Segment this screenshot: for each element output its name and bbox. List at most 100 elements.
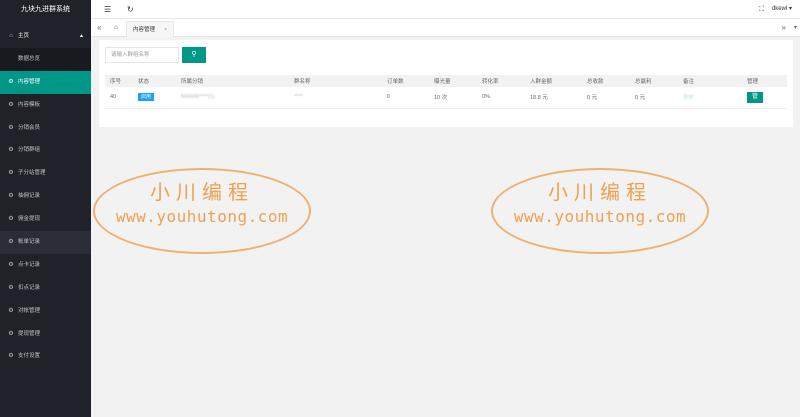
sidebar-item-label: 扣点记录 xyxy=(18,284,41,291)
tab-content-management[interactable]: 内容管理 × xyxy=(126,21,175,37)
manage-button[interactable]: 管 xyxy=(747,91,763,103)
column-header: 入群金额 xyxy=(525,75,582,87)
cell-orders: 0 xyxy=(382,87,429,109)
cell-total-received: 0 元 xyxy=(582,87,630,109)
sidebar-item-card-records[interactable]: ⚙ 点卡记录 xyxy=(0,254,91,277)
column-header: 曝光量 xyxy=(429,75,477,87)
manage-label: 管 xyxy=(751,93,758,100)
sidebar-item-content-management[interactable]: ⚙ 内容管理 xyxy=(0,70,91,94)
settings-icon: ⚙ xyxy=(8,101,14,108)
user-menu[interactable]: dkewl ▾ xyxy=(772,0,792,19)
cell-remark: ▦▦ xyxy=(678,87,742,109)
sidebar-item-label: 分销群组 xyxy=(18,147,41,154)
cell-exposure: 10 次 xyxy=(429,87,477,109)
sidebar-item-label: 主页 xyxy=(18,33,30,39)
sidebar-item-reconciliation[interactable]: ⚙ 对帐管理 xyxy=(0,300,91,323)
close-icon[interactable]: × xyxy=(164,27,167,33)
column-header: 管理 xyxy=(742,75,787,87)
sidebar-item-label: 内容模板 xyxy=(18,101,41,108)
settings-icon: ⚙ xyxy=(8,307,14,314)
sidebar-item-label: 支付设置 xyxy=(18,353,41,360)
sidebar-item-withdraw-management[interactable]: ⚙ 提现管理 xyxy=(0,323,91,346)
sidebar-item-label: 抽佣记录 xyxy=(18,193,41,200)
sidebar-item-label: 子分站管理 xyxy=(18,170,46,177)
home-icon: ⌂ xyxy=(9,33,13,39)
watermark-right: 小川编程 www.youhutong.com xyxy=(491,168,709,254)
watermark-title: 小川编程 xyxy=(548,180,652,204)
settings-icon: ⚙ xyxy=(8,284,14,291)
sidebar: 九块九进群系统 ⌂ 主页 ▲ 数据总览 ⚙ 内容管理 ⚙ 内容模板 ⚙ 分销会员… xyxy=(0,0,91,417)
scroll-left-icon[interactable]: « xyxy=(97,19,101,37)
settings-icon: ⚙ xyxy=(8,78,14,85)
column-header: 转化率 xyxy=(477,75,525,87)
watermark-url: www.youhutong.com xyxy=(115,207,289,226)
scroll-right-icon[interactable]: » xyxy=(782,19,786,37)
settings-icon: ⚙ xyxy=(8,261,14,268)
sidebar-item-distribution-groups[interactable]: ⚙ 分销群组 xyxy=(0,139,91,162)
content-card: 请输入群组名称 ⚲ 序号 状态 所属分销 群名称 订单数 曝光量 转化率 入群金… xyxy=(99,40,793,127)
data-table: 序号 状态 所属分销 群名称 订单数 曝光量 转化率 入群金额 总收款 总赢利 … xyxy=(105,75,787,109)
fullscreen-icon[interactable]: ⛶ xyxy=(759,0,764,19)
settings-icon: ⚙ xyxy=(8,124,14,131)
sidebar-item-bill-records[interactable]: ⚙ 帐单记录 xyxy=(0,231,91,254)
username: dkewl xyxy=(771,6,788,12)
watermark-url: www.youhutong.com xyxy=(513,207,687,226)
column-header: 状态 xyxy=(133,75,176,87)
sidebar-nav: ⌂ 主页 ▲ 数据总览 ⚙ 内容管理 ⚙ 内容模板 ⚙ 分销会员 ⚙ 分销群组 … xyxy=(0,25,91,368)
column-header: 总赢利 xyxy=(630,75,678,87)
menu-toggle-icon[interactable]: ☰ xyxy=(104,0,111,19)
sidebar-item-label: 分销会员 xyxy=(18,124,41,131)
column-header: 订单数 xyxy=(382,75,429,87)
app-title: 九块九进群系统 xyxy=(0,0,91,19)
settings-icon: ⚙ xyxy=(8,170,14,177)
settings-icon: ⚙ xyxy=(8,216,14,223)
sidebar-item-label: 佣金提现 xyxy=(18,216,41,223)
table-row: 40 启用 666666****(1) **** 0 10 次 0% 18.8 … xyxy=(105,87,787,109)
column-header: 总收款 xyxy=(582,75,630,87)
chevron-down-icon[interactable]: ▾ xyxy=(794,19,797,37)
cell-conversion: 0% xyxy=(477,87,525,109)
sidebar-item-sub-sites[interactable]: ⚙ 子分站管理 xyxy=(0,162,91,185)
caret-down-icon: ▾ xyxy=(788,6,792,12)
cell-id: 40 xyxy=(105,87,133,109)
sidebar-item-distribution-members[interactable]: ⚙ 分销会员 xyxy=(0,117,91,140)
cell-group-name: **** xyxy=(289,87,382,109)
refresh-icon[interactable]: ↻ xyxy=(127,0,134,19)
remark-qr-icon: ▦▦ xyxy=(683,94,694,101)
sidebar-item-label: 内容管理 xyxy=(18,78,41,85)
sidebar-item-content-template[interactable]: ⚙ 内容模板 xyxy=(0,94,91,117)
settings-icon: ⚙ xyxy=(8,147,14,154)
home-icon[interactable]: ⌂ xyxy=(114,19,118,37)
sidebar-item-data-overview[interactable]: 数据总览 xyxy=(0,47,91,71)
sidebar-item-commission-withdraw[interactable]: ⚙ 佣金提现 xyxy=(0,208,91,231)
sidebar-item-label: 数据总览 xyxy=(18,55,41,62)
column-header: 群名称 xyxy=(289,75,382,87)
table-header-row: 序号 状态 所属分销 群名称 订单数 曝光量 转化率 入群金额 总收款 总赢利 … xyxy=(105,75,787,87)
settings-icon: ⚙ xyxy=(8,239,14,246)
column-header: 序号 xyxy=(105,75,133,87)
settings-icon: ⚙ xyxy=(8,193,14,200)
search-icon: ⚲ xyxy=(191,51,197,58)
sidebar-item-label: 点卡记录 xyxy=(18,261,41,268)
cell-total-profit: 0 元 xyxy=(630,87,678,109)
settings-icon: ⚙ xyxy=(8,330,14,337)
sidebar-item-commission-records[interactable]: ⚙ 抽佣记录 xyxy=(0,185,91,208)
sidebar-item-label: 对帐管理 xyxy=(18,307,41,314)
search-button[interactable]: ⚲ xyxy=(182,47,206,63)
caret-up-icon: ▲ xyxy=(79,33,84,39)
search-input[interactable]: 请输入群组名称 xyxy=(105,47,179,63)
sidebar-item-home[interactable]: ⌂ 主页 ▲ xyxy=(0,25,91,48)
cell-distributor: 666666****(1) xyxy=(176,87,289,109)
status-badge[interactable]: 启用 xyxy=(138,93,155,102)
sidebar-item-label: 帐单记录 xyxy=(18,239,41,246)
sidebar-item-deduction-records[interactable]: ⚙ 扣点记录 xyxy=(0,277,91,300)
column-header: 备注 xyxy=(678,75,742,87)
column-header: 所属分销 xyxy=(176,75,289,87)
sidebar-item-label: 提现管理 xyxy=(18,330,41,337)
tab-label: 内容管理 xyxy=(133,27,156,33)
settings-icon: ⚙ xyxy=(8,353,14,360)
search-placeholder: 请输入群组名称 xyxy=(111,52,150,58)
sidebar-item-payment-settings[interactable]: ⚙ 支付设置 xyxy=(0,345,91,368)
tab-bar: « ⌂ 内容管理 × » ▾ xyxy=(91,19,800,37)
watermark-title: 小川编程 xyxy=(150,180,254,204)
